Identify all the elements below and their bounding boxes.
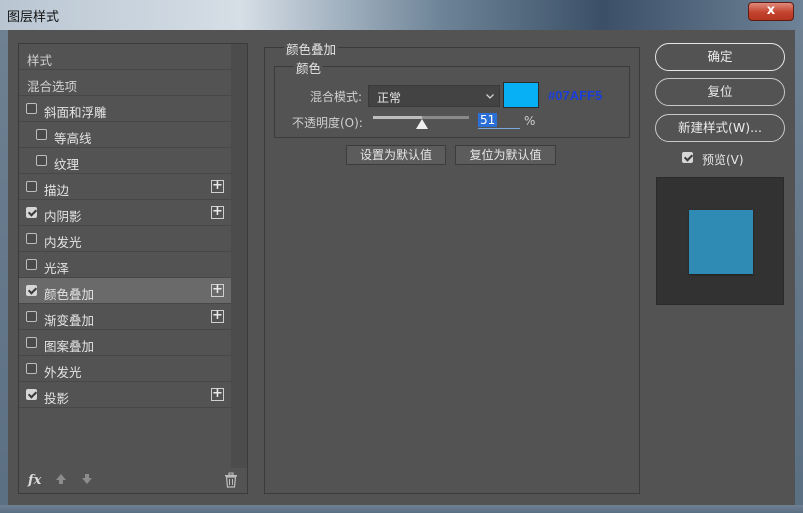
add-style-plus-icon[interactable]: + xyxy=(211,179,224,193)
style-checkbox[interactable] xyxy=(26,311,37,322)
style-checkbox[interactable] xyxy=(26,233,37,244)
styles-header-label: 样式 xyxy=(27,53,53,68)
style-item-label: 渐变叠加 xyxy=(44,313,95,328)
set-default-button[interactable]: 设置为默认值 xyxy=(346,145,446,165)
style-item[interactable]: 描边 + xyxy=(19,174,231,200)
preview-canvas xyxy=(656,177,784,305)
opacity-label: 不透明度(O): xyxy=(292,116,363,130)
preview-label: 预览(V) xyxy=(702,153,744,167)
style-item[interactable]: 图案叠加 xyxy=(19,330,231,356)
style-item-label: 光泽 xyxy=(44,261,70,276)
styles-panel: 样式 混合选项 斜面和浮雕等高线纹理描边 + 内阴影 + 内发光光泽颜色叠加 + 渐变叠加 +… xyxy=(18,43,248,494)
reset-default-button[interactable]: 复位为默认值 xyxy=(455,145,556,165)
style-checkbox[interactable] xyxy=(26,259,37,270)
style-item-label: 斜面和浮雕 xyxy=(44,105,107,120)
style-item[interactable]: 纹理 xyxy=(19,148,231,174)
style-item-label: 颜色叠加 xyxy=(44,287,95,302)
style-checkbox[interactable] xyxy=(26,363,37,374)
fx-icon[interactable]: fx xyxy=(28,473,41,488)
style-item-label: 投影 xyxy=(44,391,70,406)
move-down-icon[interactable] xyxy=(81,473,93,488)
blend-mode-select[interactable]: 正常 xyxy=(368,85,500,107)
style-item[interactable]: 渐变叠加 + xyxy=(19,304,231,330)
ok-button[interactable]: 确定 xyxy=(655,43,785,71)
blend-mode-label: 混合模式: xyxy=(310,90,363,104)
style-item-label: 等高线 xyxy=(54,131,92,146)
style-item-label: 纹理 xyxy=(54,157,80,172)
styles-list: 样式 混合选项 斜面和浮雕等高线纹理描边 + 内阴影 + 内发光光泽颜色叠加 + 渐变叠加 +… xyxy=(19,44,231,408)
style-item-label: 图案叠加 xyxy=(44,339,95,354)
add-style-plus-icon[interactable]: + xyxy=(211,309,224,323)
style-item[interactable]: 斜面和浮雕 xyxy=(19,96,231,122)
add-style-plus-icon[interactable]: + xyxy=(211,283,224,297)
style-checkbox[interactable] xyxy=(26,337,37,348)
blend-mode-value: 正常 xyxy=(377,91,402,105)
percent-sign: % xyxy=(524,114,536,128)
blending-options-item[interactable]: 混合选项 xyxy=(19,70,231,96)
style-checkbox[interactable] xyxy=(36,155,47,166)
style-checkbox[interactable] xyxy=(26,389,37,400)
opacity-slider-thumb[interactable] xyxy=(415,119,428,129)
trash-icon[interactable] xyxy=(224,472,238,488)
style-item-label: 内阴影 xyxy=(44,209,82,224)
style-checkbox[interactable] xyxy=(26,285,37,296)
opacity-input[interactable]: 51 xyxy=(478,113,520,129)
blending-options-label: 混合选项 xyxy=(27,79,78,94)
color-group-title: 颜色 xyxy=(294,58,324,77)
style-item[interactable]: 颜色叠加 + xyxy=(19,278,231,304)
opacity-slider-fill xyxy=(373,116,422,119)
styles-toolbar: fx xyxy=(19,468,247,494)
add-style-plus-icon[interactable]: + xyxy=(211,205,224,219)
style-item-label: 描边 xyxy=(44,183,70,198)
new-style-button[interactable]: 新建样式(W)... xyxy=(655,114,785,142)
color-overlay-title: 颜色叠加 xyxy=(284,39,339,58)
style-item[interactable]: 外发光 xyxy=(19,356,231,382)
preview-checkbox[interactable] xyxy=(682,152,693,163)
move-up-icon[interactable] xyxy=(55,473,67,488)
style-item[interactable]: 光泽 xyxy=(19,252,231,278)
style-checkbox[interactable] xyxy=(26,181,37,192)
color-swatch[interactable] xyxy=(503,82,539,108)
window-title: 图层样式 xyxy=(7,10,60,25)
window-frame-left xyxy=(0,30,8,513)
preview-thumbnail xyxy=(689,210,753,274)
style-checkbox[interactable] xyxy=(36,129,47,140)
style-item[interactable]: 内发光 xyxy=(19,226,231,252)
title-bar: 图层样式 x xyxy=(0,0,803,30)
opacity-value: 51 xyxy=(478,113,498,127)
style-item-label: 内发光 xyxy=(44,235,82,250)
window-frame-bottom xyxy=(0,505,803,513)
close-button[interactable]: x xyxy=(748,2,794,21)
chevron-down-icon xyxy=(485,90,495,100)
add-style-plus-icon[interactable]: + xyxy=(211,387,224,401)
style-checkbox[interactable] xyxy=(26,103,37,114)
color-hex-label: #07AFF5 xyxy=(548,88,603,103)
styles-scrollbar[interactable] xyxy=(231,44,247,468)
styles-header[interactable]: 样式 xyxy=(19,44,231,70)
style-checkbox[interactable] xyxy=(26,207,37,218)
reset-button[interactable]: 复位 xyxy=(655,78,785,106)
style-item[interactable]: 投影 + xyxy=(19,382,231,408)
style-item-label: 外发光 xyxy=(44,365,82,380)
window-frame-right xyxy=(795,30,803,513)
style-item[interactable]: 等高线 xyxy=(19,122,231,148)
style-item[interactable]: 内阴影 + xyxy=(19,200,231,226)
